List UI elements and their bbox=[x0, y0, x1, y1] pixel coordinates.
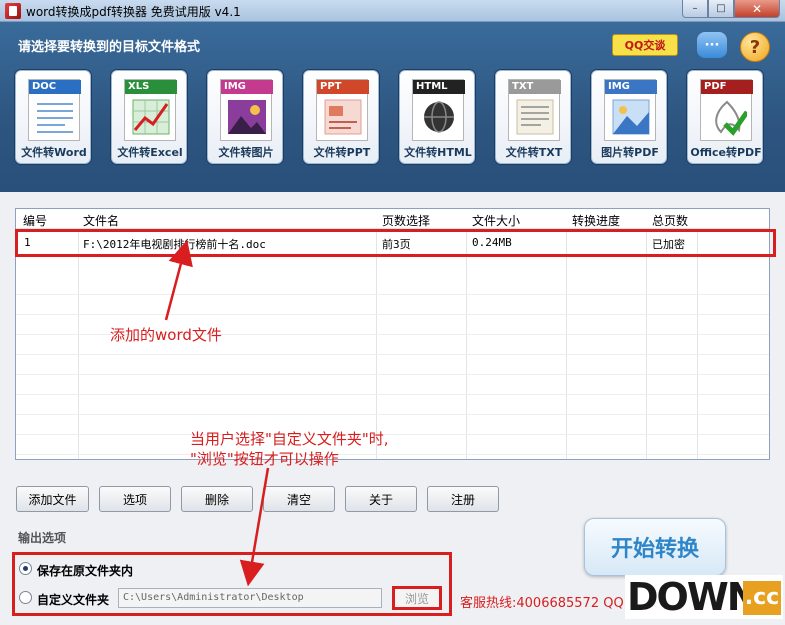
empty-row bbox=[16, 415, 769, 435]
format-tag: TXT bbox=[509, 80, 561, 94]
format-html-button[interactable]: HTML 文件转HTML bbox=[399, 70, 475, 164]
add-file-button[interactable]: 添加文件 bbox=[16, 486, 89, 512]
html-globe-icon: HTML bbox=[412, 79, 465, 141]
format-txt-button[interactable]: TXT 文件转TXT bbox=[495, 70, 571, 164]
watermark-suffix: .cc bbox=[743, 581, 781, 615]
empty-row bbox=[16, 355, 769, 375]
browse-note-line2: "浏览"按钮才可以操作 bbox=[190, 450, 339, 468]
format-heading: 请选择要转换到的目标文件格式 bbox=[18, 40, 201, 55]
format-label: 文件转PPT bbox=[313, 146, 371, 159]
word-doc-icon: DOC bbox=[28, 79, 81, 141]
format-label: 文件转Word bbox=[21, 146, 87, 159]
format-tag: DOC bbox=[29, 80, 81, 94]
excel-chart-icon: XLS bbox=[124, 79, 177, 141]
main-panel: 编号 文件名 页数选择 文件大小 转换进度 总页数 1 F:\2012年电视剧排… bbox=[0, 192, 785, 625]
support-hotline: 客服热线:4006685572 QQ bbox=[460, 596, 624, 611]
format-ppt-button[interactable]: PPT 文件转PPT bbox=[303, 70, 379, 164]
custom-folder-radio[interactable] bbox=[19, 591, 32, 604]
header-progress[interactable]: 转换进度 bbox=[572, 212, 620, 229]
format-tag: IMG bbox=[221, 80, 273, 94]
empty-row bbox=[16, 435, 769, 455]
delete-button[interactable]: 删除 bbox=[181, 486, 253, 512]
format-label: 文件转Excel bbox=[117, 146, 183, 159]
format-tag: PDF bbox=[701, 80, 753, 94]
custom-folder-label[interactable]: 自定义文件夹 bbox=[37, 591, 109, 608]
start-convert-button[interactable]: 开始转换 bbox=[584, 518, 726, 576]
format-word-button[interactable]: DOC 文件转Word bbox=[15, 70, 91, 164]
qq-chat-button[interactable]: QQ交谈 bbox=[612, 34, 678, 56]
format-label: 文件转HTML bbox=[404, 146, 472, 159]
title-bar: word转换成pdf转换器 免费试用版 v4.1 – □ ✕ bbox=[0, 0, 785, 22]
about-button[interactable]: 关于 bbox=[345, 486, 417, 512]
format-tag: XLS bbox=[125, 80, 177, 94]
message-icon[interactable]: ··· bbox=[697, 32, 727, 58]
browse-button[interactable]: 浏览 bbox=[392, 586, 442, 610]
format-tag: HTML bbox=[413, 80, 465, 94]
close-button[interactable]: ✕ bbox=[734, 0, 780, 18]
txt-doc-icon: TXT bbox=[508, 79, 561, 141]
header-filename[interactable]: 文件名 bbox=[83, 212, 119, 229]
format-label: Office转PDF bbox=[690, 146, 762, 159]
format-tag: IMG bbox=[605, 80, 657, 94]
format-label: 文件转图片 bbox=[218, 146, 274, 159]
format-tag: PPT bbox=[317, 80, 369, 94]
register-button[interactable]: 注册 bbox=[427, 486, 499, 512]
help-icon[interactable]: ? bbox=[740, 32, 770, 62]
empty-row bbox=[16, 295, 769, 315]
output-path-input[interactable]: C:\Users\Administrator\Desktop bbox=[118, 588, 382, 608]
format-office-to-pdf-button[interactable]: PDF Office转PDF bbox=[687, 70, 763, 164]
watermark-logo: DOWN .cc bbox=[625, 575, 783, 619]
empty-row bbox=[16, 375, 769, 395]
format-list: DOC 文件转Word XLS 文件转Excel IMG 文件转图片 PPT 文… bbox=[15, 70, 783, 164]
table-header: 编号 文件名 页数选择 文件大小 转换进度 总页数 bbox=[16, 209, 769, 229]
format-excel-button[interactable]: XLS 文件转Excel bbox=[111, 70, 187, 164]
header-total-pages[interactable]: 总页数 bbox=[652, 212, 688, 229]
row-highlight-box bbox=[15, 229, 776, 257]
ppt-icon: PPT bbox=[316, 79, 369, 141]
options-button[interactable]: 选项 bbox=[99, 486, 171, 512]
clear-button[interactable]: 清空 bbox=[263, 486, 335, 512]
pdf-check-icon: PDF bbox=[700, 79, 753, 141]
added-file-annotation: 添加的word文件 bbox=[110, 326, 222, 344]
format-image-button[interactable]: IMG 文件转图片 bbox=[207, 70, 283, 164]
minimize-button[interactable]: – bbox=[682, 0, 708, 18]
format-label: 文件转TXT bbox=[505, 146, 563, 159]
save-original-label[interactable]: 保存在原文件夹内 bbox=[37, 562, 133, 579]
format-label: 图片转PDF bbox=[601, 146, 659, 159]
window-title: word转换成pdf转换器 免费试用版 v4.1 bbox=[26, 5, 241, 19]
picture-icon: IMG bbox=[604, 79, 657, 141]
format-img-to-pdf-button[interactable]: IMG 图片转PDF bbox=[591, 70, 667, 164]
format-header: 请选择要转换到的目标文件格式 QQ交谈 ··· ? DOC 文件转Word XL… bbox=[0, 22, 785, 192]
empty-row bbox=[16, 395, 769, 415]
header-pages[interactable]: 页数选择 bbox=[382, 212, 430, 229]
output-options-label: 输出选项 bbox=[18, 531, 67, 545]
maximize-button[interactable]: □ bbox=[708, 0, 734, 18]
watermark-main: DOWN bbox=[627, 575, 759, 619]
action-buttons: 添加文件 选项 删除 清空 关于 注册 bbox=[16, 486, 509, 512]
image-icon: IMG bbox=[220, 79, 273, 141]
header-size[interactable]: 文件大小 bbox=[472, 212, 520, 229]
app-icon bbox=[5, 3, 21, 19]
browse-note-line1: 当用户选择"自定义文件夹"时, bbox=[190, 430, 389, 448]
save-original-radio[interactable] bbox=[19, 562, 32, 575]
header-id[interactable]: 编号 bbox=[23, 212, 47, 229]
empty-row bbox=[16, 275, 769, 295]
